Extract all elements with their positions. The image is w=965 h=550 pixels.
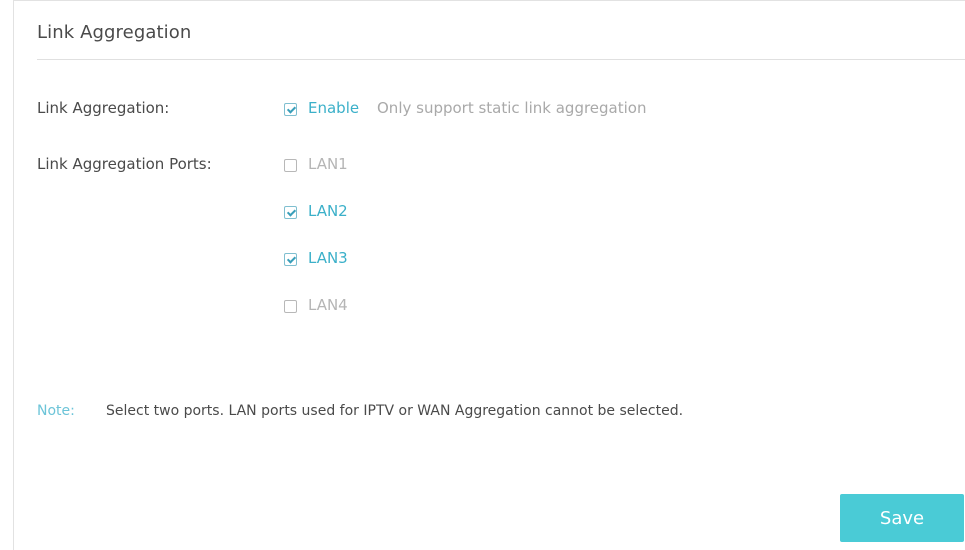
note-text: Select two ports. LAN ports used for IPT… [106, 403, 684, 419]
lan3-checkbox[interactable] [284, 253, 297, 266]
note-label: Note: [37, 403, 75, 419]
enable-hint: Only support static link aggregation [377, 99, 647, 117]
lan1-checkbox[interactable] [284, 159, 297, 172]
lan4-checkbox[interactable] [284, 300, 297, 313]
save-button[interactable]: Save [840, 494, 964, 542]
lan2-label[interactable]: LAN2 [308, 202, 348, 220]
title-divider [37, 59, 965, 60]
lan3-label[interactable]: LAN3 [308, 249, 348, 267]
lan4-label[interactable]: LAN4 [308, 296, 348, 314]
section-title: Link Aggregation [37, 22, 192, 43]
enable-label[interactable]: Enable [308, 99, 359, 117]
lan1-label[interactable]: LAN1 [308, 155, 348, 173]
link-aggregation-panel: Link Aggregation Link Aggregation: Enabl… [13, 0, 965, 550]
lan2-checkbox[interactable] [284, 206, 297, 219]
enable-checkbox[interactable] [284, 103, 297, 116]
ports-label: Link Aggregation Ports: [37, 155, 212, 173]
link-aggregation-label: Link Aggregation: [37, 99, 170, 117]
